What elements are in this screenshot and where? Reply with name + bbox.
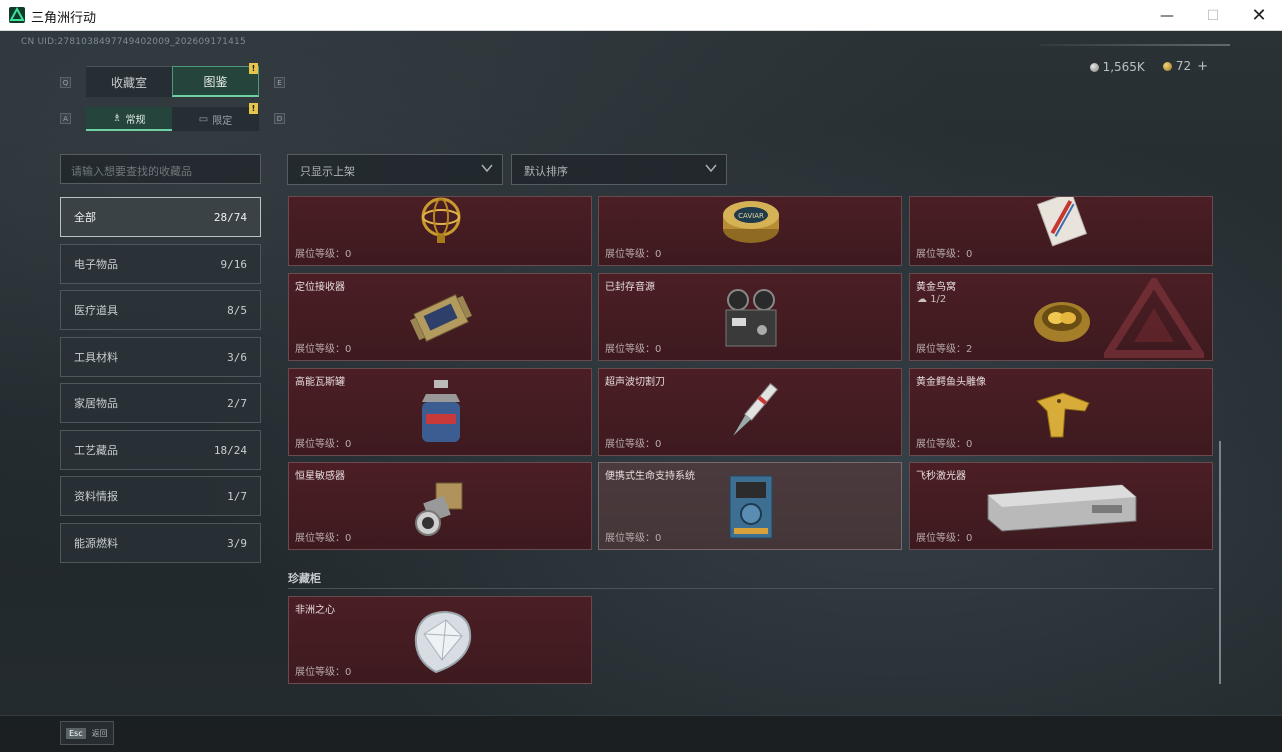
item-card[interactable]: 恒星敏感器 展位等级：0	[288, 462, 592, 550]
item-card[interactable]: 高能瓦斯罐 展位等级：0	[288, 368, 592, 456]
section-divider	[288, 588, 1214, 589]
maximize-button[interactable]: ☐	[1190, 0, 1236, 31]
category-household[interactable]: 家居物品 2/7	[60, 383, 261, 423]
tab-notification-badge: !	[249, 63, 258, 74]
search-input[interactable]: 请输入想要查找的收藏品	[60, 154, 261, 184]
golden-nest-icon	[1022, 282, 1102, 354]
app-logo-icon	[9, 7, 25, 23]
vault-section-title: 珍藏柜	[288, 572, 321, 585]
sort-dropdown[interactable]: 默认排序	[511, 154, 727, 185]
item-card[interactable]: 展位等级：0	[288, 196, 592, 266]
subtab-regular[interactable]: ♗ 常规	[86, 107, 172, 131]
limited-icon: ▭	[198, 113, 209, 125]
key-a: A	[60, 113, 71, 124]
category-tools[interactable]: 工具材料 3/6	[60, 337, 261, 377]
user-id: CN UID:2781038497749402009_202609171415	[21, 37, 246, 47]
tab-catalog[interactable]: 图鉴	[172, 66, 259, 97]
esc-key: Esc	[66, 727, 86, 739]
silver-currency: 1,565K	[1089, 60, 1145, 74]
key-e: E	[274, 77, 285, 88]
silver-coin-icon	[1089, 62, 1099, 72]
item-card[interactable]: 已封存音源 展位等级：0	[598, 273, 902, 361]
locator-receiver-icon	[401, 282, 481, 354]
item-card[interactable]: 非洲之心 展位等级：0	[288, 596, 592, 684]
gold-coin-icon	[1162, 62, 1172, 71]
category-energy[interactable]: 能源燃料 3/9	[60, 523, 261, 563]
gas-canister-icon	[401, 377, 481, 449]
window-titlebar: 三角洲行动 — ☐ ✕	[0, 0, 1282, 31]
item-card[interactable]: 便携式生命支持系统 展位等级：0	[598, 462, 902, 550]
subtab-notification-badge: !	[249, 103, 258, 114]
armillary-sphere-icon	[401, 197, 481, 255]
main-tabs: 收藏室 图鉴	[86, 66, 259, 97]
item-card[interactable]: 黄金鳄鱼头雕像 展位等级：0	[909, 368, 1213, 456]
delta-logo-watermark-icon	[1104, 278, 1204, 358]
back-button[interactable]: Esc 返回	[60, 721, 114, 745]
key-d: D	[274, 113, 285, 124]
game-area: CN UID:2781038497749402009_202609171415 …	[0, 31, 1282, 752]
sub-tabs: ♗ 常规 ▭ 限定	[86, 107, 259, 131]
card-icon	[1022, 197, 1102, 255]
item-card[interactable]: 黄金鸟窝 ☁ 1/2 展位等级：2	[909, 273, 1213, 361]
key-q: Q	[60, 77, 71, 88]
chevron-down-icon	[481, 164, 493, 173]
item-card[interactable]: 展位等级：0	[909, 196, 1213, 266]
category-electronics[interactable]: 电子物品 9/16	[60, 244, 261, 284]
tape-recorder-icon	[711, 282, 791, 354]
femtosecond-laser-icon	[982, 471, 1142, 543]
item-card[interactable]: 飞秒激光器 展位等级：0	[909, 462, 1213, 550]
regular-icon: ♗	[112, 112, 122, 124]
scrollbar[interactable]	[1219, 441, 1221, 684]
item-card[interactable]: CAVIAR 展位等级：0	[598, 196, 902, 266]
category-medical[interactable]: 医疗道具 8/5	[60, 290, 261, 330]
item-card[interactable]: 超声波切割刀 展位等级：0	[598, 368, 902, 456]
minimize-button[interactable]: —	[1144, 0, 1190, 31]
category-crafts[interactable]: 工艺藏品 18/24	[60, 430, 261, 470]
star-sensor-icon	[401, 471, 481, 543]
ultrasonic-knife-icon	[711, 377, 791, 449]
gold-currency: 72 +	[1162, 59, 1208, 74]
window-title: 三角洲行动	[31, 11, 97, 26]
tab-collection-room[interactable]: 收藏室	[86, 66, 172, 97]
bottom-bar	[0, 715, 1282, 752]
add-currency-button[interactable]: +	[1197, 59, 1208, 74]
nest-icon: ☁	[917, 294, 927, 305]
category-intel[interactable]: 资料情报 1/7	[60, 476, 261, 516]
gold-crocodile-head-icon	[1022, 377, 1102, 449]
item-card[interactable]: 定位接收器 展位等级：0	[288, 273, 592, 361]
subtab-limited[interactable]: ▭ 限定	[172, 107, 259, 131]
diamond-icon	[401, 605, 481, 677]
life-support-icon	[711, 471, 791, 543]
category-all[interactable]: 全部 28/74	[60, 197, 261, 237]
svg-text:CAVIAR: CAVIAR	[738, 212, 764, 220]
close-button[interactable]: ✕	[1236, 0, 1282, 31]
currency-bar: 1,565K 72 +	[1089, 59, 1208, 74]
top-divider	[1040, 44, 1230, 46]
caviar-tin-icon: CAVIAR	[711, 197, 791, 255]
chevron-down-icon	[705, 164, 717, 173]
shelf-filter-dropdown[interactable]: 只显示上架	[287, 154, 503, 185]
